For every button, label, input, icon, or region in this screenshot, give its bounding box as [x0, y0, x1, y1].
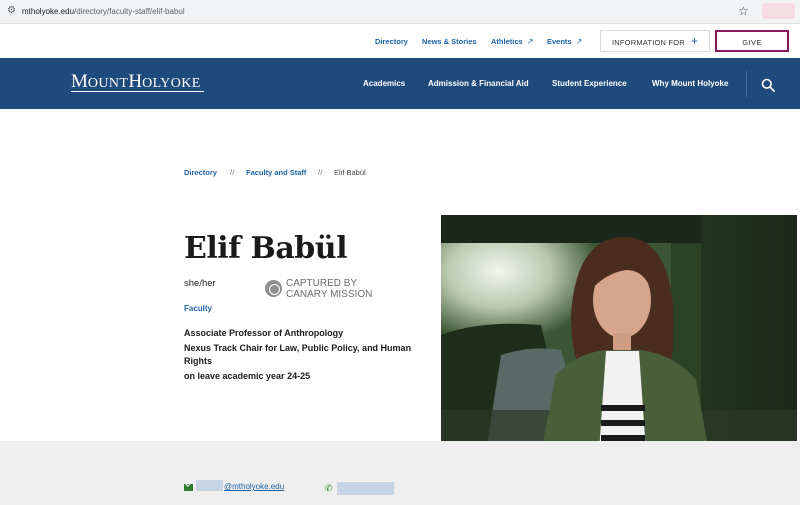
search-icon[interactable] [761, 78, 775, 92]
browser-address-bar[interactable]: ⚙ mtholyoke.edu/directory/faculty-staff/… [0, 0, 800, 24]
email-icon [184, 484, 193, 491]
breadcrumb-separator: // [318, 168, 323, 177]
give-button[interactable]: GIVE [715, 30, 789, 52]
profile-button[interactable] [762, 3, 795, 19]
email-link[interactable]: @mtholyoke.edu [224, 482, 284, 492]
mount-holyoke-logo[interactable]: MOUNTHOLYOKE [71, 72, 204, 94]
utility-nav: Directory News & Stories Athletics ↗ Even… [0, 24, 800, 58]
external-link-icon: ↗ [575, 37, 583, 46]
information-for-label: INFORMATION FOR [612, 38, 685, 47]
leave-status: on leave academic year 24-25 [184, 370, 311, 381]
phone-icon: ✆ [325, 483, 333, 493]
job-titles: Associate Professor of Anthropology Nexu… [184, 327, 414, 385]
profile-photo [441, 215, 797, 452]
role-link-faculty[interactable]: Faculty [184, 304, 212, 314]
bookmark-star-icon[interactable]: ☆ [738, 4, 749, 18]
canary-mission-logo-icon [265, 280, 282, 297]
job-title: Associate Professor of Anthropology [184, 328, 344, 338]
plus-icon: + [691, 34, 699, 48]
util-link-athletics[interactable]: Athletics ↗ [491, 37, 533, 47]
information-for-dropdown[interactable]: INFORMATION FOR + [600, 30, 710, 52]
main-nav: MOUNTHOLYOKE Academics Admission & Finan… [0, 58, 800, 109]
external-link-icon: ↗ [526, 37, 534, 46]
breadcrumb-separator: // [230, 168, 235, 177]
util-link-news[interactable]: News & Stories [422, 37, 477, 47]
breadcrumb-directory[interactable]: Directory [184, 168, 217, 178]
nav-academics[interactable]: Academics [363, 79, 405, 89]
give-label: GIVE [742, 38, 762, 47]
email-redaction [196, 480, 223, 491]
contact-section [0, 441, 800, 505]
captured-by-canary-mission-stamp: CAPTURED BY CANARY MISSION [265, 278, 395, 300]
nav-divider [746, 71, 747, 97]
url-text[interactable]: mtholyoke.edu/directory/faculty-staff/el… [22, 6, 185, 18]
nav-admission[interactable]: Admission & Financial Aid [428, 79, 529, 89]
phone-redaction[interactable] [337, 482, 394, 495]
util-link-directory[interactable]: Directory [375, 37, 408, 47]
breadcrumb-faculty-staff[interactable]: Faculty and Staff [246, 168, 306, 178]
page-title: Elif Babül [184, 231, 348, 266]
job-title: Nexus Track Chair for Law, Public Policy… [184, 343, 412, 366]
pronouns: she/her [184, 278, 216, 289]
breadcrumb-current: Elif Babül [334, 168, 366, 177]
util-link-events[interactable]: Events ↗ [547, 37, 582, 47]
nav-student-experience[interactable]: Student Experience [552, 79, 627, 89]
portrait-image [441, 215, 797, 452]
site-info-icon[interactable]: ⚙ [7, 6, 17, 16]
nav-why-mount-holyoke[interactable]: Why Mount Holyoke [652, 79, 728, 89]
